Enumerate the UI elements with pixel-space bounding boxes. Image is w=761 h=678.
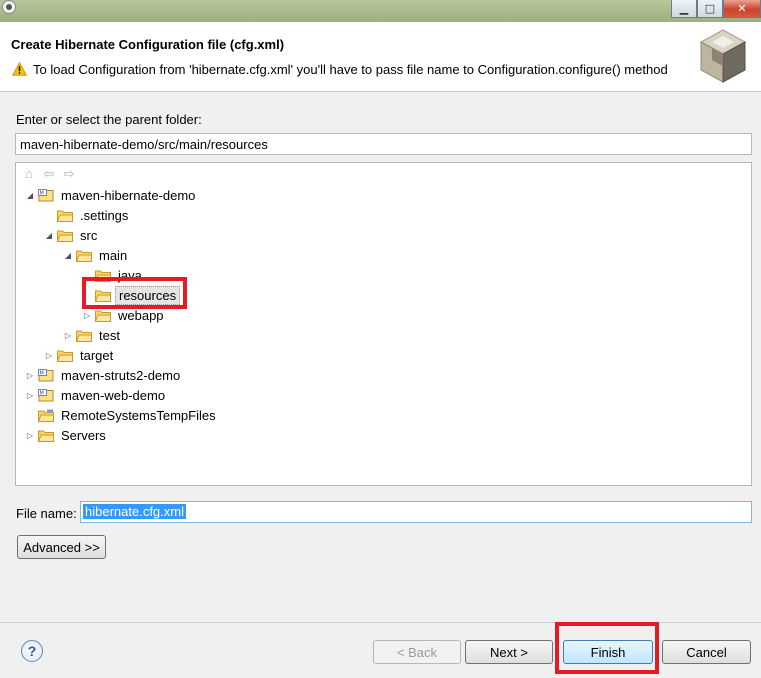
help-icon[interactable]: ?: [21, 640, 43, 662]
tree-item-maven-struts2-demo[interactable]: ▷ M maven-struts2-demo: [24, 365, 183, 385]
window-controls: ▁ □ ✕: [671, 0, 761, 18]
maven-project-icon: M: [38, 368, 54, 382]
tree-item-label: maven-web-demo: [61, 387, 166, 403]
folder-tree[interactable]: ⌂ ⇦ ⇨ ◢ M maven-hibernate-demo · .settin…: [15, 162, 752, 486]
folder-icon: [76, 249, 92, 262]
tree-item-label: maven-struts2-demo: [61, 367, 181, 383]
tree-item-label: target: [80, 347, 114, 363]
warning-icon: [12, 62, 27, 76]
tree-item-label: maven-hibernate-demo: [61, 187, 196, 203]
tree-item-main[interactable]: ◢ main: [62, 245, 130, 265]
tree-item-servers[interactable]: ▷ Servers: [24, 425, 109, 445]
folder-icon: [38, 429, 54, 442]
tree-item-target[interactable]: ▷ target: [43, 345, 116, 365]
back-arrow-icon[interactable]: ⇦: [42, 167, 56, 181]
tree-item-label: test: [99, 327, 120, 343]
folder-icon: [57, 229, 73, 242]
maven-project-icon: M: [38, 388, 54, 402]
folder-icon: [95, 269, 111, 282]
collapsed-arrow-icon[interactable]: ▷: [62, 331, 74, 340]
tree-item-label: src: [80, 227, 98, 243]
advanced-button[interactable]: Advanced >>: [17, 535, 106, 559]
tree-item-webapp[interactable]: ▷ webapp: [81, 305, 167, 325]
tree-item-remote-systems-temp-files[interactable]: · RemoteSystemsTempFiles: [24, 405, 219, 425]
tree-item-resources[interactable]: · resources: [81, 285, 181, 305]
expanded-arrow-icon[interactable]: ◢: [24, 191, 36, 200]
tree-item-test[interactable]: ▷ test: [62, 325, 123, 345]
home-icon[interactable]: ⌂: [22, 167, 36, 181]
wizard-message: To load Configuration from 'hibernate.cf…: [33, 62, 668, 77]
next-button[interactable]: Next >: [465, 640, 553, 664]
wizard-title: Create Hibernate Configuration file (cfg…: [11, 37, 285, 52]
collapsed-arrow-icon[interactable]: ▷: [24, 431, 36, 440]
parent-folder-input[interactable]: [15, 133, 752, 155]
tree-item-maven-hibernate-demo[interactable]: ◢ M maven-hibernate-demo: [24, 185, 198, 205]
maximize-button[interactable]: □: [697, 0, 723, 18]
folder-icon: [57, 349, 73, 362]
forward-arrow-icon[interactable]: ⇨: [62, 167, 76, 181]
folder-icon: [95, 309, 111, 322]
collapsed-arrow-icon[interactable]: ▷: [24, 371, 36, 380]
folder-icon: [95, 289, 111, 302]
project-folder-icon: [38, 409, 54, 422]
finish-button[interactable]: Finish: [563, 640, 653, 664]
expanded-arrow-icon[interactable]: ◢: [62, 251, 74, 260]
file-name-value: hibernate.cfg.xml: [83, 504, 186, 519]
tree-item-label: RemoteSystemsTempFiles: [61, 407, 216, 423]
svg-text:M: M: [40, 370, 44, 376]
tree-item-label: main: [99, 247, 128, 263]
tree-item-java[interactable]: · java: [81, 265, 145, 285]
tree-item-settings[interactable]: · .settings: [43, 205, 131, 225]
close-button[interactable]: ✕: [723, 0, 761, 18]
svg-text:M: M: [40, 390, 44, 396]
wizard-header: Create Hibernate Configuration file (cfg…: [0, 22, 761, 92]
tree-item-label: .settings: [80, 207, 129, 223]
tree-item-src[interactable]: ◢ src: [43, 225, 100, 245]
maven-project-icon: M: [38, 188, 54, 202]
folder-icon: [57, 209, 73, 222]
file-name-label: File name:: [16, 506, 77, 521]
tree-item-label: Servers: [61, 427, 106, 443]
back-button[interactable]: < Back: [373, 640, 461, 664]
expanded-arrow-icon[interactable]: ◢: [43, 231, 55, 240]
tree-item-label: webapp: [118, 307, 164, 323]
tree-toolbar: ⌂ ⇦ ⇨: [22, 167, 76, 181]
collapsed-arrow-icon[interactable]: ▷: [24, 391, 36, 400]
parent-folder-label: Enter or select the parent folder:: [16, 112, 202, 127]
window-titlebar: ▁ □ ✕: [0, 0, 761, 22]
svg-text:M: M: [40, 190, 44, 196]
eclipse-app-icon: [2, 0, 16, 14]
tree-item-label: resources: [115, 285, 181, 305]
collapsed-arrow-icon[interactable]: ▷: [81, 311, 93, 320]
minimize-button[interactable]: ▁: [671, 0, 697, 18]
tree-item-label: java: [118, 267, 142, 283]
collapsed-arrow-icon[interactable]: ▷: [43, 351, 55, 360]
tree-item-maven-web-demo[interactable]: ▷ M maven-web-demo: [24, 385, 168, 405]
cancel-button[interactable]: Cancel: [662, 640, 751, 664]
folder-icon: [76, 329, 92, 342]
button-bar-separator: [0, 622, 761, 623]
file-name-input[interactable]: hibernate.cfg.xml: [80, 501, 752, 523]
hibernate-logo: [699, 29, 747, 83]
